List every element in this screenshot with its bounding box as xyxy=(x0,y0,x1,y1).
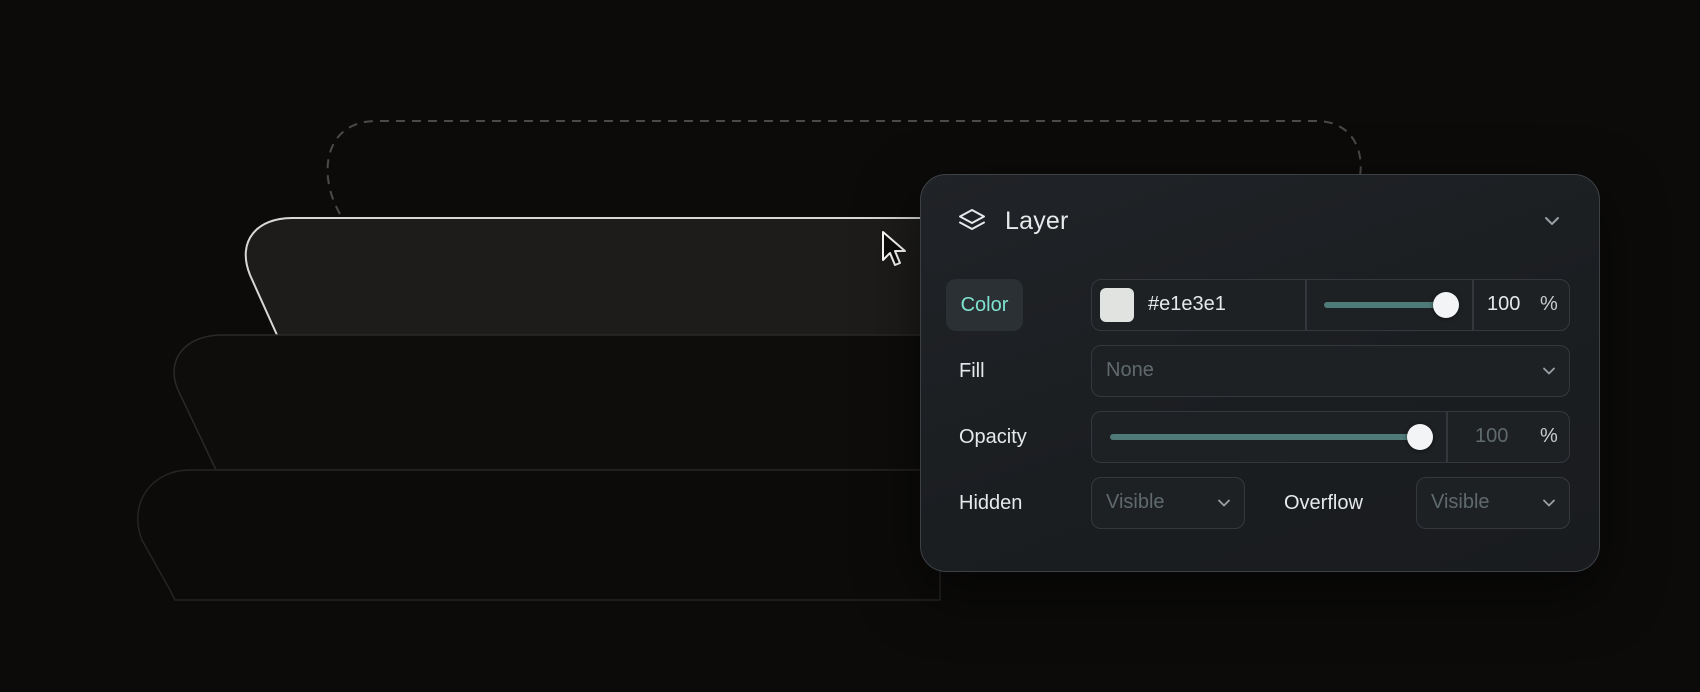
hidden-label: Hidden xyxy=(959,492,1023,514)
color-opacity-slider-thumb[interactable] xyxy=(1433,292,1459,318)
layers-icon xyxy=(957,206,987,236)
color-opacity-value[interactable]: 100 xyxy=(1487,293,1520,316)
opacity-slider-track[interactable] xyxy=(1110,434,1420,440)
cursor-arrow-icon xyxy=(882,231,906,266)
chevron-down-icon[interactable] xyxy=(1541,210,1563,232)
field-divider xyxy=(1446,412,1448,462)
layer-properties-panel: Layer Color #e1e3e1 100 % Fill None Opac… xyxy=(920,174,1600,572)
overflow-label: Overflow xyxy=(1284,492,1363,514)
chevron-down-icon xyxy=(1539,361,1559,381)
panel-header: Layer xyxy=(957,203,1563,239)
hex-input[interactable]: #e1e3e1 xyxy=(1148,293,1226,316)
color-label: Color xyxy=(946,279,1023,331)
fill-select-value: None xyxy=(1106,359,1154,381)
opacity-slider-thumb[interactable] xyxy=(1407,424,1433,450)
field-divider xyxy=(1472,280,1474,330)
chevron-down-icon xyxy=(1539,493,1559,513)
overflow-select-value: Visible xyxy=(1431,491,1490,513)
fill-select[interactable]: None xyxy=(1091,345,1570,397)
percent-unit: % xyxy=(1540,425,1558,447)
hidden-select-value: Visible xyxy=(1106,491,1165,513)
opacity-value[interactable]: 100 xyxy=(1475,425,1508,448)
percent-unit: % xyxy=(1540,293,1558,315)
middle-layer-shape xyxy=(173,334,941,471)
opacity-label: Opacity xyxy=(959,426,1027,448)
panel-title: Layer xyxy=(1005,206,1069,235)
canvas: Layer Color #e1e3e1 100 % Fill None Opac… xyxy=(0,0,1700,692)
fill-label: Fill xyxy=(959,360,985,382)
chevron-down-icon xyxy=(1214,493,1234,513)
opacity-field: 100 % xyxy=(1091,411,1570,463)
hidden-select[interactable]: Visible xyxy=(1091,477,1245,529)
selected-layer-shape xyxy=(245,218,940,335)
color-field: #e1e3e1 100 % xyxy=(1091,279,1570,331)
overflow-select[interactable]: Visible xyxy=(1416,477,1570,529)
color-opacity-slider-track[interactable] xyxy=(1324,302,1446,308)
color-swatch[interactable] xyxy=(1100,288,1134,322)
bottom-layer-shape xyxy=(137,469,941,601)
field-divider xyxy=(1305,280,1307,330)
